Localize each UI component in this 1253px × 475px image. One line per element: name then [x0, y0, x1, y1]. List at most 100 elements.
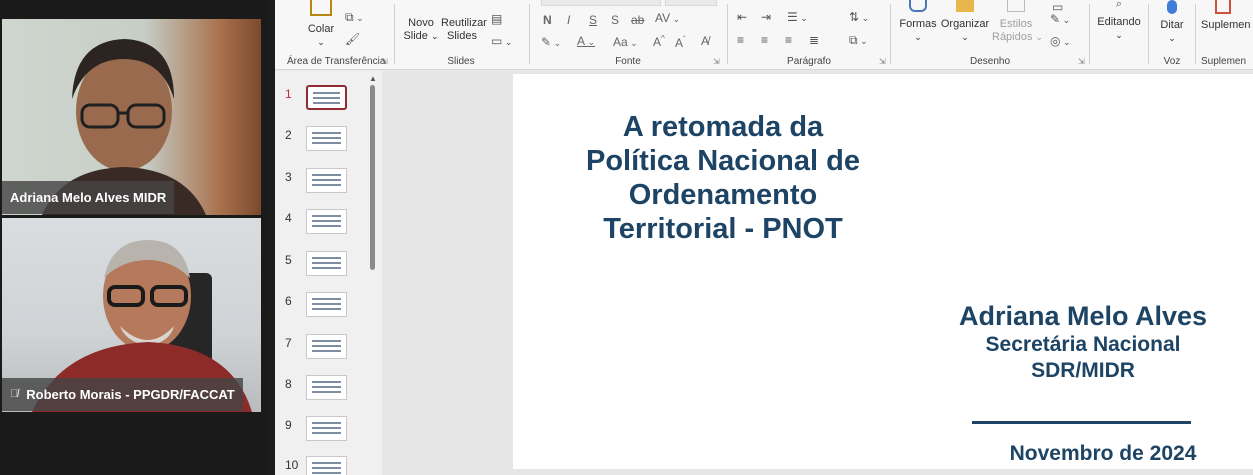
increase-indent-icon[interactable]: ⇥ — [761, 10, 771, 24]
decrease-indent-icon[interactable]: ⇤ — [737, 10, 747, 24]
smartart-icon[interactable]: ⧉ ⌄ — [849, 33, 868, 48]
reuse-slides-button[interactable]: Reutilizar Slides — [441, 17, 487, 43]
thumbnail-item[interactable]: 7 — [275, 334, 370, 364]
shrink-font-button[interactable]: Aˇ — [675, 35, 686, 50]
bold-button[interactable]: N — [543, 13, 552, 27]
supplements-label: Suplemen — [1201, 19, 1251, 31]
thumbnail-item[interactable]: 9 — [275, 416, 370, 446]
thumbnail-preview[interactable] — [306, 85, 347, 110]
new-slide-button[interactable]: Novo Slide ⌄ — [403, 17, 439, 43]
slide-canvas[interactable]: ➤ A retomada da Política Nacional de Ord… — [382, 71, 1253, 475]
copy-icon[interactable]: ⧉ ⌄ — [345, 10, 364, 25]
arrange-label: Organizar — [940, 18, 990, 30]
participant-name: Roberto Morais - PPGDR/FACCAT — [26, 387, 235, 402]
thumbnail-item[interactable]: 4 — [275, 209, 370, 239]
scrollbar-thumb[interactable] — [370, 85, 375, 270]
group-slides: Novo Slide ⌄ Reutilizar Slides ▤ ▭ ⌄ Sli… — [395, 0, 527, 70]
section-icon[interactable]: ▭ ⌄ — [491, 34, 512, 48]
thumbnail-preview[interactable] — [306, 375, 347, 400]
grow-font-button[interactable]: A^ — [653, 34, 665, 49]
dialog-launcher-icon[interactable]: ⇲ — [1078, 57, 1085, 66]
supplements-button[interactable]: Suplemen — [1201, 0, 1253, 32]
group-label: Fonte — [615, 56, 641, 67]
author-name: Adriana Melo Alves — [958, 301, 1208, 331]
thumbnail-item[interactable]: 1 — [275, 85, 370, 115]
slide-title-line: Política Nacional de — [586, 145, 860, 177]
clipboard-icon — [310, 0, 332, 16]
thumbnail-item[interactable]: 5 — [275, 251, 370, 281]
slide-date[interactable]: Novembro de 2024 — [953, 442, 1253, 466]
current-slide[interactable]: A retomada da Política Nacional de Orden… — [513, 74, 1253, 469]
participant-tile-2[interactable]: 🎙̸ Roberto Morais - PPGDR/FACCAT — [2, 218, 261, 412]
font-size-box[interactable] — [665, 0, 717, 6]
thumbnail-number: 5 — [285, 253, 292, 267]
thumbnail-preview[interactable] — [306, 292, 347, 317]
slide-title-line: Ordenamento — [628, 179, 818, 211]
video-call-panel: Adriana Melo Alves MIDR 🎙̸ Roberto Morai… — [0, 0, 268, 475]
dictate-button[interactable]: Ditar ⌄ — [1154, 0, 1190, 45]
thumbnail-number: 7 — [285, 336, 292, 350]
paste-label: Colar — [307, 23, 335, 35]
participant-name-tag: Adriana Melo Alves MIDR — [2, 181, 175, 214]
author-role: Secretária Nacional — [985, 333, 1181, 356]
shapes-icon — [909, 0, 927, 12]
author-block[interactable]: Adriana Melo Alves Secretária Nacional S… — [933, 300, 1233, 384]
group-voice: Ditar ⌄ Voz — [1150, 0, 1194, 70]
format-painter-icon[interactable]: 🖌 — [345, 32, 360, 46]
shadow-button[interactable]: S — [611, 13, 619, 27]
dialog-launcher-icon[interactable]: ⇲ — [879, 57, 886, 66]
thumbnail-number: 8 — [285, 377, 292, 391]
mic-muted-icon: 🎙̸ — [10, 388, 19, 400]
arrange-button[interactable]: Organizar ⌄ — [940, 0, 990, 44]
group-label: Parágrafo — [787, 56, 831, 67]
shape-effects-icon[interactable]: ◎ ⌄ — [1050, 34, 1071, 48]
clear-format-icon[interactable]: A̸ — [701, 34, 709, 48]
align-right-icon[interactable]: ≡ — [785, 33, 792, 47]
thumbnail-preview[interactable] — [306, 209, 347, 234]
align-center-icon[interactable]: ≡ — [761, 33, 768, 47]
participant-tile-1[interactable]: Adriana Melo Alves MIDR — [2, 19, 261, 215]
thumbnail-preview[interactable] — [306, 126, 347, 151]
italic-button[interactable]: I — [567, 13, 570, 27]
thumbnail-item[interactable]: 8 — [275, 375, 370, 405]
dialog-launcher-icon[interactable]: ⇲ — [381, 57, 388, 66]
thumbnail-preview[interactable] — [306, 251, 347, 276]
shape-outline-icon[interactable]: ✎ ⌄ — [1050, 12, 1070, 26]
underline-button[interactable]: S — [589, 13, 597, 27]
case-label: Aa — [613, 35, 628, 49]
align-left-icon[interactable]: ≡ — [737, 33, 744, 47]
thumbnail-item[interactable]: 10 — [275, 456, 370, 475]
text-direction-icon[interactable]: ⇅ ⌄ — [849, 10, 869, 24]
quick-styles-label: Estilos — [999, 18, 1033, 30]
chevron-down-icon: ⌄ — [317, 37, 325, 47]
shapes-button[interactable]: Formas ⌄ — [898, 0, 938, 44]
layout-icon[interactable]: ▤ — [491, 12, 502, 26]
highlight-icon[interactable]: ✎ ⌄ — [541, 35, 561, 49]
change-case-button[interactable]: Aa ⌄ — [613, 35, 638, 49]
line-spacing-icon[interactable]: ☰ ⌄ — [787, 10, 808, 24]
justify-icon[interactable]: ≣ — [809, 33, 819, 47]
quick-styles-button[interactable]: Estilos Rápidos ⌄ — [992, 0, 1043, 44]
slide-title[interactable]: A retomada da Política Nacional de Orden… — [523, 110, 923, 246]
thumbnail-preview[interactable] — [306, 416, 347, 441]
font-name-box[interactable] — [541, 0, 661, 6]
editing-button[interactable]: ⌕ Editando ⌄ — [1093, 0, 1145, 42]
thumbnail-item[interactable]: 3 — [275, 168, 370, 198]
shapes-label: Formas — [899, 18, 937, 30]
divider — [1195, 4, 1196, 64]
thumbnail-scrollbar[interactable]: ▲ — [368, 71, 378, 475]
font-color-icon[interactable]: A ⌄ — [577, 34, 595, 48]
addins-icon — [1215, 0, 1231, 14]
thumbnail-preview[interactable] — [306, 456, 347, 475]
strikethrough-button[interactable]: ab — [631, 13, 644, 27]
slide-title-line: A retomada da — [622, 111, 824, 143]
thumbnail-preview[interactable] — [306, 168, 347, 193]
thumbnail-preview[interactable] — [306, 334, 347, 359]
thumbnail-item[interactable]: 6 — [275, 292, 370, 322]
paste-button[interactable]: Colar ⌄ — [305, 0, 337, 49]
scroll-up-icon[interactable]: ▲ — [369, 74, 377, 83]
thumbnail-item[interactable]: 2 — [275, 126, 370, 156]
dialog-launcher-icon[interactable]: ⇲ — [713, 57, 720, 66]
chevron-down-icon: ⌄ — [1168, 33, 1176, 43]
spacing-button[interactable]: AV ⌄ — [655, 11, 680, 25]
